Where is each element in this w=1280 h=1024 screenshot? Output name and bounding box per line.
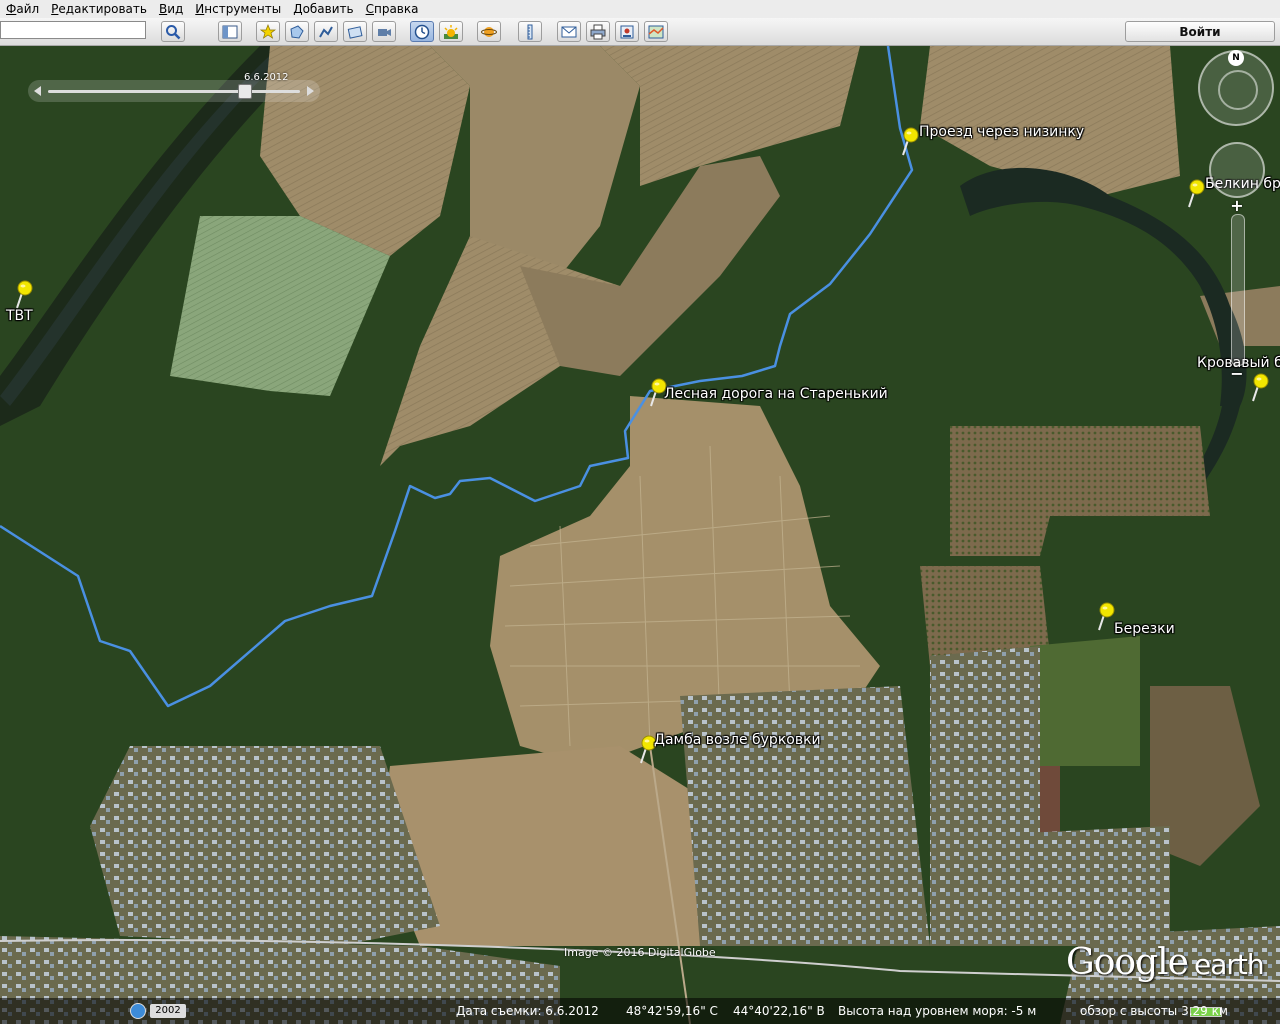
polygon-icon (290, 24, 304, 39)
status-bar: 2002 Дата съемки: 6.6.2012 48°42'59,16" … (0, 998, 1280, 1024)
history-clock-icon[interactable] (130, 1003, 146, 1019)
menu-view[interactable]: Вид (153, 0, 189, 18)
menu-edit[interactable]: Редактировать (45, 0, 153, 18)
zoom-in-button[interactable]: + (1227, 196, 1247, 216)
eye-altitude: обзор с высоты 3.29 км (1080, 1004, 1228, 1018)
zoom-out-button[interactable]: − (1227, 364, 1247, 384)
ruler-icon (527, 24, 533, 39)
time-slider-thumb[interactable] (238, 84, 253, 99)
search-input[interactable] (0, 21, 146, 39)
elevation: Высота над уровнем моря: -5 м (838, 1004, 1037, 1018)
longitude: 44°40'22,16" В (733, 1004, 825, 1018)
placemark-label[interactable]: Лесная дорога на Старенький (664, 386, 888, 402)
placemark-label[interactable]: ТВТ (6, 308, 33, 324)
north-indicator[interactable]: N (1228, 50, 1244, 66)
menu-file[interactable]: Файл (0, 0, 45, 18)
record-tour-button[interactable] (372, 21, 396, 42)
placemark-pin-icon[interactable] (900, 126, 920, 156)
placemark-label[interactable]: Дамба возле бурковки (654, 732, 821, 748)
image-overlay-icon (347, 25, 363, 39)
print-icon (590, 24, 606, 39)
placemark-pin-icon[interactable] (1250, 372, 1270, 402)
add-path-button[interactable] (314, 21, 338, 42)
ruler-button[interactable] (518, 21, 542, 42)
save-image-icon (620, 25, 634, 38)
maps-button[interactable] (644, 21, 668, 42)
placemark-pin-icon[interactable] (14, 279, 34, 309)
placemark-icon (260, 23, 276, 39)
time-forward-icon[interactable] (307, 86, 314, 96)
toolbar: Войти (0, 18, 1280, 46)
map-view[interactable]: 6.6.2012 Проезд через низинку Белкин бр … (0, 46, 1280, 1024)
menu-tools[interactable]: Инструменты (189, 0, 287, 18)
add-image-overlay-button[interactable] (343, 21, 367, 42)
email-icon (561, 26, 577, 37)
sidebar-icon (222, 25, 238, 38)
sunlight-icon (444, 24, 458, 39)
record-tour-icon (378, 28, 391, 36)
placemark-pin-icon[interactable] (1096, 601, 1116, 631)
menu-help[interactable]: Справка (360, 0, 425, 18)
google-earth-logo: Google earth (1066, 942, 1265, 983)
zoom-slider[interactable] (1231, 214, 1245, 366)
planets-icon (481, 26, 497, 37)
imagery-copyright: Image © 2016 DigitalGlobe (564, 946, 716, 959)
placemark-pin-icon[interactable] (1186, 178, 1206, 208)
latitude: 48°42'59,16" С (626, 1004, 718, 1018)
logo-earth: earth (1193, 948, 1265, 981)
imagery-date: Дата съемки: 6.6.2012 (456, 1004, 599, 1018)
historical-imagery-button[interactable] (410, 21, 434, 42)
compass-control[interactable]: N (1198, 50, 1274, 126)
path-icon (319, 26, 333, 37)
add-placemark-button[interactable] (256, 21, 280, 42)
sunlight-button[interactable] (439, 21, 463, 42)
placemark-label[interactable]: Проезд через низинку (919, 124, 1084, 140)
placemark-label[interactable]: Березки (1114, 621, 1175, 637)
satellite-imagery (0, 46, 1280, 1024)
print-button[interactable] (586, 21, 610, 42)
menu-add[interactable]: Добавить (287, 0, 359, 18)
compass-ring-icon[interactable] (1218, 70, 1258, 110)
menu-bar: Файл Редактировать Вид Инструменты Добав… (0, 0, 1280, 19)
sidebar-button[interactable] (218, 21, 242, 42)
magnifier-icon (166, 24, 181, 39)
historical-imagery-icon (414, 24, 430, 39)
maps-icon (648, 25, 664, 38)
time-slider[interactable] (28, 80, 320, 102)
look-joystick[interactable] (1209, 142, 1265, 198)
history-year-badge[interactable]: 2002 (150, 1004, 186, 1018)
logo-google: Google (1066, 942, 1189, 983)
time-slider-date: 6.6.2012 (244, 72, 289, 83)
add-polygon-button[interactable] (285, 21, 309, 42)
planets-button[interactable] (477, 21, 501, 42)
search-button[interactable] (161, 21, 185, 42)
email-button[interactable] (557, 21, 581, 42)
save-image-button[interactable] (615, 21, 639, 42)
time-back-icon[interactable] (34, 86, 41, 96)
time-slider-track[interactable] (48, 90, 300, 93)
sign-in-button[interactable]: Войти (1125, 21, 1275, 42)
